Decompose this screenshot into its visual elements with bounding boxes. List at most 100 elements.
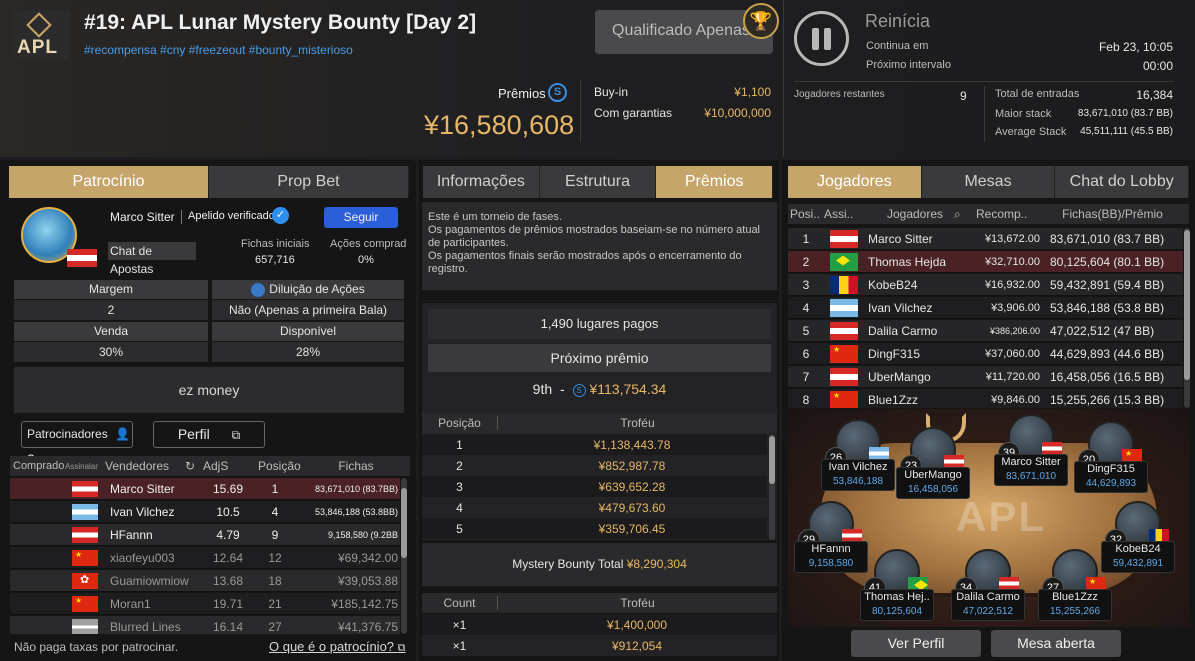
flag-icon bbox=[830, 229, 858, 248]
seat-info[interactable]: Blue1Zzz 15,255,266 bbox=[1038, 589, 1112, 621]
mystery-bounty-value: ¥8,290,304 bbox=[626, 557, 687, 571]
seller-row[interactable]: Blurred Lines 16.14 27 ¥41,376.75 bbox=[10, 616, 400, 634]
col-position[interactable]: Posição bbox=[258, 459, 316, 473]
shares-bought-value: 0% bbox=[358, 254, 374, 266]
col-adjs[interactable]: AdjS bbox=[203, 459, 258, 473]
flag-icon bbox=[72, 549, 98, 566]
table-view[interactable]: APL 26 Ivan Vilchez 53,846,188 23 UberMango 1… bbox=[788, 409, 1189, 627]
remaining-value: 9 bbox=[960, 89, 967, 103]
apl-logo: APL bbox=[12, 10, 70, 60]
seat-info[interactable]: Dalila Carmo 47,022,512 bbox=[951, 589, 1025, 621]
payout-scrollbar[interactable] bbox=[769, 434, 775, 540]
seat-info[interactable]: Ivan Vilchez 53,846,188 bbox=[821, 459, 895, 491]
tab-information[interactable]: Informações bbox=[423, 166, 540, 198]
seller-row[interactable]: Ivan Vilchez 10.5 4 53,846,188 (53.8BB) bbox=[10, 501, 400, 523]
tab-tables[interactable]: Mesas bbox=[921, 166, 1056, 198]
seller-adjs: 16.14 bbox=[212, 619, 244, 634]
tab-players[interactable]: Jogadores bbox=[788, 166, 922, 198]
profile-button[interactable]: Perfil ⧉ bbox=[153, 421, 265, 448]
player-position: 8 bbox=[802, 392, 810, 407]
player-row[interactable]: 2 Thomas Hejda ¥32,710.00 80,125,604 (80.1 … bbox=[788, 251, 1183, 273]
flag-icon bbox=[830, 390, 858, 408]
player-row[interactable]: 3 KobeB24 ¥16,932.00 59,432,891 (59.4 BB) bbox=[788, 274, 1183, 296]
tab-lobby-chat[interactable]: Chat do Lobby bbox=[1055, 166, 1190, 198]
col-sellers[interactable]: Vendedores bbox=[105, 459, 185, 473]
paid-places: 1,490 lugares pagos bbox=[428, 309, 771, 339]
seller-position: 1 bbox=[271, 481, 279, 496]
chat-bets-button[interactable]: Chat de Apostas bbox=[108, 242, 196, 276]
player-row[interactable]: 7 UberMango ¥11,720.00 16,458,056 (16.5 BB) bbox=[788, 366, 1183, 388]
profile-label: Perfil bbox=[177, 426, 210, 442]
seat-info[interactable]: KobeB24 59,432,891 bbox=[1101, 541, 1175, 573]
player-name: Ivan Vilchez bbox=[868, 300, 933, 315]
prizes-panel: Informações Estrutura Prêmios Este é um … bbox=[419, 160, 779, 661]
payout-position: 4 bbox=[456, 500, 463, 515]
status-text: Reinícia bbox=[865, 11, 931, 31]
flag-icon bbox=[72, 526, 98, 543]
player-bounty: ¥32,710.00 bbox=[984, 255, 1040, 268]
seller-row[interactable]: Guamiowmiow 13.68 18 ¥39,053.88 bbox=[10, 570, 400, 592]
col-chips[interactable]: Fichas(BB)/Prêmio bbox=[1036, 207, 1189, 221]
players-scrollbar[interactable] bbox=[1184, 228, 1190, 408]
player-name: UberMango bbox=[868, 369, 931, 384]
sellers-scrollbar[interactable] bbox=[401, 478, 407, 634]
guarantee-label: Com garantias bbox=[594, 106, 673, 120]
dilution-value: Não (Apenas a primeira Bala) bbox=[212, 300, 404, 320]
seller-row[interactable]: xiaofeyu003 12.64 12 ¥69,342.00 bbox=[10, 547, 400, 569]
seller-row[interactable]: HFannn 4.79 9 9,158,580 (9.2BB bbox=[10, 524, 400, 546]
seller-adjs: 10.5 bbox=[216, 504, 240, 519]
col-mark[interactable]: Assinalar bbox=[65, 462, 105, 471]
seller-position: 4 bbox=[271, 504, 279, 519]
margin-value: 2 bbox=[14, 300, 208, 320]
tab-prop-bet[interactable]: Prop Bet bbox=[209, 166, 409, 198]
player-flag-icon bbox=[67, 249, 97, 267]
seat-stack: 53,846,188 bbox=[832, 476, 884, 487]
player-row[interactable]: 8 Blue1Zzz ¥9,846.00 15,255,266 (15.3 BB) bbox=[788, 389, 1183, 408]
follow-button[interactable]: Seguir bbox=[324, 207, 398, 228]
seat-info[interactable]: HFannn 9,158,580 bbox=[794, 541, 868, 573]
col-mark[interactable]: Assi.. bbox=[824, 207, 864, 221]
player-row[interactable]: 5 Dalila Carmo ¥386,206.00 47,022,512 (47 B… bbox=[788, 320, 1183, 342]
player-row[interactable]: 4 Ivan Vilchez ¥3,906.00 53,846,188 (53.8 B… bbox=[788, 297, 1183, 319]
seller-chips: ¥69,342.00 bbox=[337, 550, 398, 565]
sponsors-label: Patrocinadores bbox=[27, 427, 108, 441]
table-logo: APL bbox=[956, 493, 1046, 540]
search-icon[interactable]: ⌕ bbox=[954, 207, 976, 222]
col-bought[interactable]: Comprado bbox=[10, 460, 65, 472]
col-players[interactable]: Jogadores bbox=[864, 207, 954, 221]
sale-label: Venda bbox=[14, 322, 208, 341]
refresh-icon[interactable]: ↻ bbox=[185, 459, 203, 473]
col-bounty-trophy: Troféu bbox=[620, 596, 655, 610]
player-position: 5 bbox=[802, 323, 810, 338]
tab-prizes[interactable]: Prêmios bbox=[656, 166, 774, 198]
seat-info[interactable]: Marco Sitter 83,671,010 bbox=[994, 454, 1068, 486]
flag-icon bbox=[830, 252, 858, 271]
col-chips[interactable]: Fichas bbox=[316, 459, 396, 473]
payout-position: 5 bbox=[456, 521, 463, 536]
seat-info[interactable]: Thomas Hej.. 80,125,604 bbox=[860, 589, 934, 621]
what-is-sponsorship-link[interactable]: O que é o patrocínio? ⧉ bbox=[269, 639, 406, 655]
col-bounty[interactable]: Recomp.. bbox=[976, 207, 1036, 221]
tournament-tags[interactable]: #recompensa #cny #freezeout #bounty_mist… bbox=[84, 43, 353, 57]
open-table-button[interactable]: Mesa aberta bbox=[991, 630, 1121, 657]
continue-value: Feb 23, 10:05 bbox=[1098, 40, 1173, 54]
seller-position: 18 bbox=[268, 573, 282, 588]
seller-name: Ivan Vilchez bbox=[110, 504, 175, 519]
tab-structure[interactable]: Estrutura bbox=[539, 166, 657, 198]
tab-sponsorship[interactable]: Patrocínio bbox=[9, 166, 209, 198]
sponsorship-panel: Patrocínio Prop Bet Marco Sitter Apelido… bbox=[0, 160, 416, 661]
col-pos[interactable]: Posi.. bbox=[788, 207, 824, 221]
sponsors-button[interactable]: Patrocinadores 👤 2 bbox=[21, 421, 133, 467]
flag-icon bbox=[72, 595, 98, 612]
seat-info[interactable]: UberMango 16,458,056 bbox=[896, 467, 970, 499]
view-profile-button[interactable]: Ver Perfil bbox=[851, 630, 981, 657]
seat-player-name: Blue1Zzz bbox=[1052, 591, 1098, 603]
seller-row[interactable]: Moran1 19.71 21 ¥185,142.75 bbox=[10, 593, 400, 615]
player-row[interactable]: 1 Marco Sitter ¥13,672.00 83,671,010 (83.7 … bbox=[788, 228, 1183, 250]
player-chips: 47,022,512 (47 BB) bbox=[1050, 323, 1155, 338]
seller-row[interactable]: Marco Sitter 15.69 1 83,671,010 (83.7BB) bbox=[10, 478, 400, 500]
player-row[interactable]: 6 DingF315 ¥37,060.00 44,629,893 (44.6 BB) bbox=[788, 343, 1183, 365]
seat-info[interactable]: DingF315 44,629,893 bbox=[1074, 461, 1148, 493]
seat-stack: 9,158,580 bbox=[808, 558, 854, 569]
player-chips: 59,432,891 (59.4 BB) bbox=[1050, 277, 1165, 292]
